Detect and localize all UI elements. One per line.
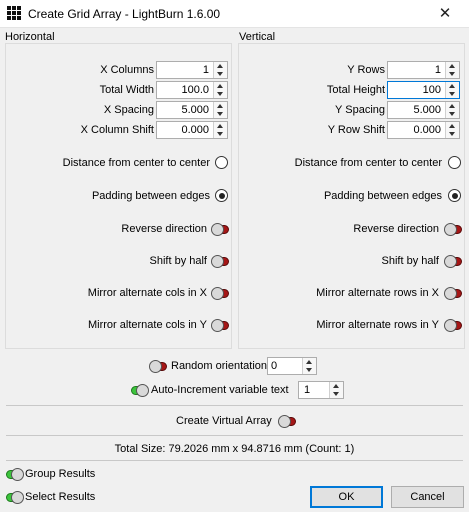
v-reverse-toggle[interactable] (444, 223, 462, 236)
v-mirror-x-label: Mirror alternate rows in X (316, 287, 439, 299)
total-width-input[interactable]: 100.0 (156, 81, 228, 99)
h-padding-edges-radio[interactable] (215, 189, 228, 202)
y-spacing-value: 5.000 (413, 104, 441, 116)
x-spacing-value: 5.000 (181, 104, 209, 116)
spinner-arrows-icon[interactable] (329, 382, 343, 398)
ok-button[interactable]: OK (310, 486, 383, 508)
horizontal-group-title: Horizontal (5, 31, 55, 43)
h-reverse-toggle[interactable] (211, 223, 229, 236)
random-orientation-value: 0 (271, 360, 278, 372)
group-results-label: Group Results (25, 468, 96, 480)
y-row-shift-input[interactable]: 0.000 (387, 121, 460, 139)
v-shift-half-label: Shift by half (381, 255, 439, 267)
spinner-arrows-icon[interactable] (213, 122, 227, 138)
h-reverse-label: Reverse direction (121, 223, 207, 235)
vertical-group-title: Vertical (239, 31, 276, 43)
y-rows-input[interactable]: 1 (387, 61, 460, 79)
select-results-label: Select Results (25, 491, 96, 503)
h-shift-half-label: Shift by half (149, 255, 207, 267)
spinner-arrows-icon[interactable] (213, 82, 227, 98)
x-column-shift-value: 0.000 (181, 124, 209, 136)
v-mirror-y-toggle[interactable] (444, 319, 462, 332)
v-distance-center-radio[interactable] (448, 156, 461, 169)
x-column-shift-label: X Column Shift (80, 124, 154, 136)
spinner-arrows-icon[interactable] (445, 62, 459, 78)
h-shift-half-toggle[interactable] (211, 255, 229, 268)
v-mirror-y-label: Mirror alternate rows in Y (316, 319, 439, 331)
h-mirror-y-toggle[interactable] (211, 319, 229, 332)
auto-increment-value: 1 (304, 384, 311, 396)
total-width-value: 100.0 (181, 84, 209, 96)
total-size-text: Total Size: 79.2026 mm x 94.8716 mm (Cou… (114, 443, 355, 455)
total-height-value: 100 (422, 84, 441, 96)
spinner-arrows-icon[interactable] (213, 62, 227, 78)
title-bar: Create Grid Array - LightBurn 1.6.00 ✕ (0, 0, 469, 28)
grid-icon (7, 6, 21, 20)
y-rows-value: 1 (434, 64, 441, 76)
v-distance-center-label: Distance from center to center (294, 157, 442, 169)
spinner-arrows-icon[interactable] (445, 122, 459, 138)
y-row-shift-value: 0.000 (413, 124, 441, 136)
auto-increment-label: Auto-Increment variable text (151, 384, 289, 396)
total-height-label: Total Height (326, 84, 385, 96)
y-row-shift-label: Y Row Shift (327, 124, 385, 136)
y-spacing-input[interactable]: 5.000 (387, 101, 460, 119)
spinner-arrows-icon[interactable] (213, 102, 227, 118)
h-mirror-x-toggle[interactable] (211, 287, 229, 300)
x-columns-value: 1 (202, 64, 209, 76)
v-mirror-x-toggle[interactable] (444, 287, 462, 300)
x-column-shift-input[interactable]: 0.000 (156, 121, 228, 139)
total-height-input[interactable]: 100 (387, 81, 460, 99)
group-results-toggle[interactable] (6, 468, 24, 481)
random-orientation-label: Random orientation (171, 360, 268, 372)
x-columns-input[interactable]: 1 (156, 61, 228, 79)
y-spacing-label: Y Spacing (335, 104, 385, 116)
x-spacing-input[interactable]: 5.000 (156, 101, 228, 119)
virtual-array-toggle[interactable] (278, 415, 296, 428)
h-distance-center-label: Distance from center to center (62, 157, 210, 169)
spinner-arrows-icon[interactable] (302, 358, 316, 374)
y-rows-label: Y Rows (347, 64, 385, 76)
h-mirror-x-label: Mirror alternate cols in X (87, 287, 207, 299)
x-columns-label: X Columns (100, 64, 154, 76)
v-padding-edges-radio[interactable] (448, 189, 461, 202)
virtual-array-label: Create Virtual Array (176, 415, 272, 427)
select-results-toggle[interactable] (6, 491, 24, 504)
close-button[interactable]: ✕ (430, 2, 460, 26)
h-padding-edges-label: Padding between edges (91, 190, 210, 202)
spinner-arrows-icon[interactable] (445, 82, 459, 98)
auto-increment-toggle[interactable] (131, 384, 149, 397)
window-title: Create Grid Array - LightBurn 1.6.00 (28, 7, 221, 21)
spinner-arrows-icon[interactable] (445, 102, 459, 118)
random-orientation-toggle[interactable] (149, 360, 167, 373)
x-spacing-label: X Spacing (103, 104, 154, 116)
random-orientation-input[interactable]: 0 (267, 357, 317, 375)
v-padding-edges-label: Padding between edges (323, 190, 442, 202)
v-shift-half-toggle[interactable] (444, 255, 462, 268)
cancel-button[interactable]: Cancel (391, 486, 464, 508)
h-distance-center-radio[interactable] (215, 156, 228, 169)
divider (6, 460, 463, 461)
total-width-label: Total Width (99, 84, 154, 96)
divider (6, 405, 463, 406)
divider (6, 435, 463, 436)
h-mirror-y-label: Mirror alternate cols in Y (87, 319, 207, 331)
v-reverse-label: Reverse direction (353, 223, 439, 235)
auto-increment-input[interactable]: 1 (298, 381, 344, 399)
